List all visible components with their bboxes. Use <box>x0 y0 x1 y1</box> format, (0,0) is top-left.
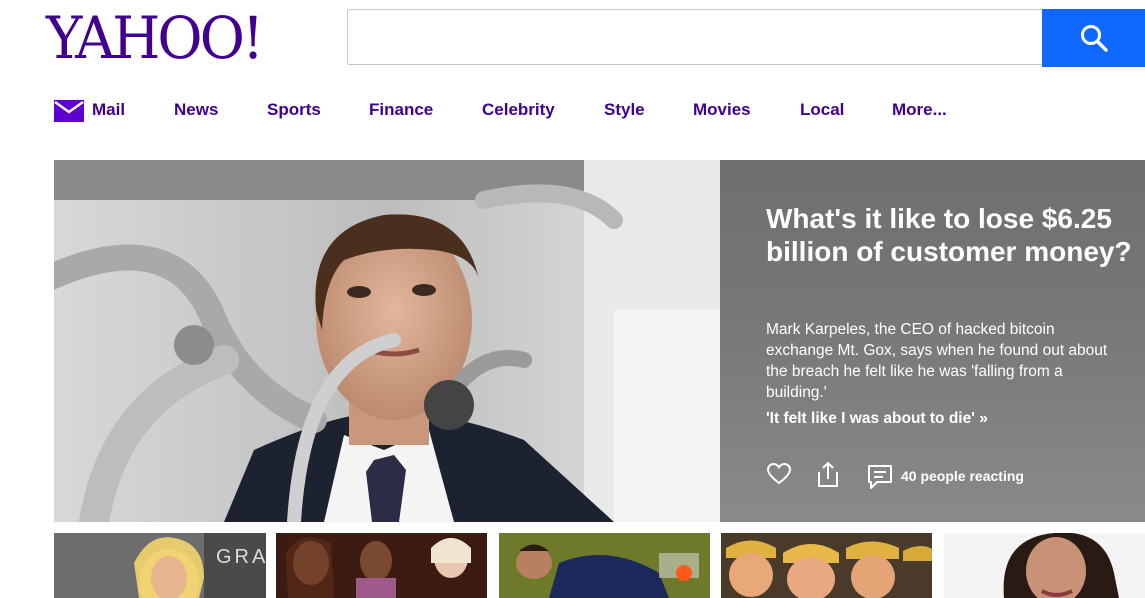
search-icon <box>1080 25 1108 52</box>
mail-icon[interactable] <box>54 100 84 122</box>
hero-photo-illustration <box>54 160 720 522</box>
hero-title[interactable]: What's it like to lose $6.25 billion of … <box>766 202 1136 268</box>
thumbnail-photo: GRA <box>54 533 266 598</box>
thumbnail-sign-text: GRA <box>216 546 266 568</box>
nav-mail[interactable]: Mail <box>92 96 125 124</box>
hero-photo[interactable] <box>54 160 720 522</box>
hero-story: What's it like to lose $6.25 billion of … <box>54 160 1145 522</box>
nav-style[interactable]: Style <box>604 96 645 124</box>
thumbnail-story[interactable] <box>499 533 710 598</box>
nav-movies[interactable]: Movies <box>693 96 751 124</box>
thumbnail-photo <box>944 533 1145 598</box>
nav-celebrity[interactable]: Celebrity <box>482 96 555 124</box>
search-input[interactable] <box>347 9 1042 65</box>
nav-finance[interactable]: Finance <box>369 96 433 124</box>
search-button[interactable] <box>1042 9 1145 67</box>
reaction-count[interactable]: 40 people reacting <box>901 468 1024 484</box>
thumbnail-photo <box>276 533 487 598</box>
nav-local[interactable]: Local <box>800 96 844 124</box>
nav-news[interactable]: News <box>174 96 218 124</box>
share-icon[interactable] <box>817 460 839 488</box>
thumbnail-story[interactable] <box>276 533 487 598</box>
yahoo-logo[interactable]: YAHOO! <box>46 6 264 70</box>
comment-icon[interactable] <box>867 464 893 490</box>
nav-sports[interactable]: Sports <box>267 96 321 124</box>
thumbnail-story[interactable]: GRA <box>54 533 266 598</box>
heart-icon[interactable] <box>766 462 792 486</box>
thumbnail-photo <box>499 533 710 598</box>
hero-read-more-link[interactable]: 'It felt like I was about to die' » <box>766 410 988 428</box>
thumbnail-photo <box>721 533 932 598</box>
thumbnail-story[interactable] <box>944 533 1145 598</box>
nav-more[interactable]: More... <box>892 96 947 124</box>
hero-text-panel: What's it like to lose $6.25 billion of … <box>720 160 1145 522</box>
hero-summary: Mark Karpeles, the CEO of hacked bitcoin… <box>766 321 1108 401</box>
thumbnail-story[interactable] <box>721 533 932 598</box>
